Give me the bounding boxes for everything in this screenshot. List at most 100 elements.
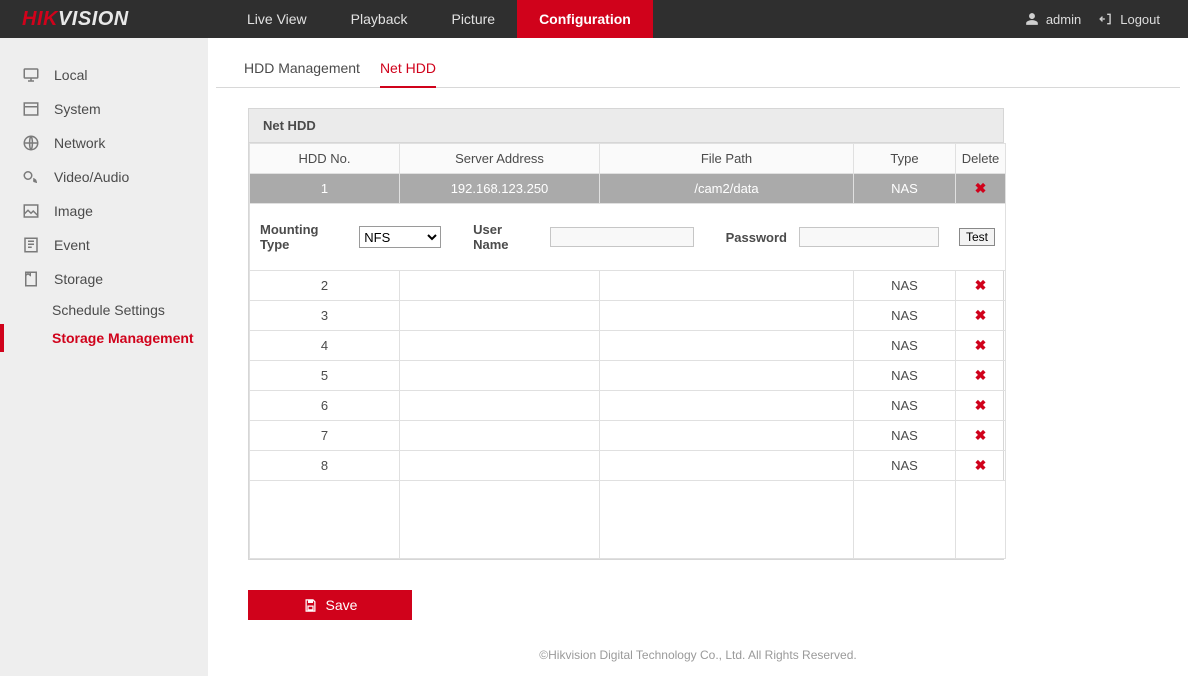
sidebar-sub-storage-management[interactable]: Storage Management <box>0 324 208 352</box>
mounting-type-select[interactable]: NFS <box>359 226 441 248</box>
cell-delete: ✖ <box>956 391 1006 421</box>
cell-path[interactable] <box>600 421 854 451</box>
cell-server[interactable] <box>400 391 600 421</box>
username-input[interactable] <box>550 227 694 247</box>
sidebar-item-event[interactable]: Event <box>0 228 208 262</box>
delete-icon[interactable]: ✖ <box>975 277 987 293</box>
table-row[interactable]: 8NAS✖ <box>250 451 1006 481</box>
header-bar: HIKVISION Live View Playback Picture Con… <box>0 0 1188 38</box>
sidebar-item-system[interactable]: System <box>0 92 208 126</box>
cell-server[interactable] <box>400 271 600 301</box>
password-input[interactable] <box>799 227 939 247</box>
cell-delete: ✖ <box>956 451 1006 481</box>
sidebar-sub-schedule[interactable]: Schedule Settings <box>0 296 208 324</box>
brand-hik: HIK <box>22 8 58 30</box>
cell-no: 4 <box>250 331 400 361</box>
sidebar-item-local[interactable]: Local <box>0 58 208 92</box>
save-icon <box>303 598 318 613</box>
user-name: admin <box>1046 12 1081 27</box>
sidebar-item-video-audio[interactable]: Video/Audio <box>0 160 208 194</box>
test-button[interactable]: Test <box>959 228 995 246</box>
delete-icon[interactable]: ✖ <box>975 367 987 383</box>
cell-path[interactable] <box>600 451 854 481</box>
table-row[interactable]: 2NAS✖ <box>250 271 1006 301</box>
image-icon <box>22 202 40 220</box>
table-header-row: HDD No. Server Address File Path Type De… <box>250 144 1006 174</box>
table-row[interactable]: 1192.168.123.250/cam2/dataNAS✖ <box>250 174 1006 204</box>
delete-icon[interactable]: ✖ <box>975 337 987 353</box>
cell-server[interactable] <box>400 331 600 361</box>
table-row[interactable]: 6 NAS ✖ <box>250 391 1006 421</box>
tab-hdd-management[interactable]: HDD Management <box>244 50 360 88</box>
top-nav: Live View Playback Picture Configuration <box>225 0 653 38</box>
logout-icon <box>1099 12 1113 26</box>
logout-button[interactable]: Logout <box>1099 12 1160 27</box>
cell-no: 6 <box>250 391 400 421</box>
delete-icon[interactable]: ✖ <box>975 307 987 323</box>
cell-type: NAS <box>854 391 956 421</box>
cell-server[interactable]: 192.168.123.250 <box>400 174 600 204</box>
cell-path[interactable]: /cam2/data <box>600 174 854 204</box>
monitor-icon <box>22 66 40 84</box>
save-button[interactable]: Save <box>248 590 412 620</box>
net-hdd-panel: Net HDD HDD No. Server Address File Path… <box>248 108 1004 560</box>
user-info[interactable]: admin <box>1025 12 1081 27</box>
window-icon <box>22 100 40 118</box>
sidebar-item-label: Video/Audio <box>54 169 129 185</box>
storage-icon <box>22 270 40 288</box>
brand-logo: HIKVISION <box>0 8 225 31</box>
top-right: admin Logout <box>1025 12 1188 27</box>
delete-icon[interactable]: ✖ <box>975 427 987 443</box>
nav-picture[interactable]: Picture <box>429 0 517 38</box>
delete-icon[interactable]: ✖ <box>975 397 987 413</box>
table-row[interactable]: 7NAS✖ <box>250 421 1006 451</box>
cell-server[interactable] <box>400 301 600 331</box>
sidebar-item-network[interactable]: Network <box>0 126 208 160</box>
table-row[interactable]: 5NAS✖ <box>250 361 1006 391</box>
username-label: User Name <box>473 222 538 252</box>
cell-server[interactable] <box>400 361 600 391</box>
sidebar-item-label: Storage <box>54 271 103 287</box>
password-label: Password <box>726 230 787 245</box>
sidebar-item-image[interactable]: Image <box>0 194 208 228</box>
cell-delete: ✖ <box>956 331 1006 361</box>
user-icon <box>1025 12 1039 26</box>
cell-path[interactable] <box>600 391 854 421</box>
cell-path[interactable] <box>600 331 854 361</box>
delete-icon[interactable]: ✖ <box>975 457 987 473</box>
cell-no: 3 <box>250 301 400 331</box>
table-row[interactable]: 4 NAS ✖ <box>250 331 1006 361</box>
tabs: HDD Management Net HDD <box>216 50 1180 88</box>
delete-icon[interactable]: ✖ <box>975 180 987 196</box>
mount-config-row: Mounting Type NFS User Name Password Test <box>250 204 1006 271</box>
cell-type: NAS <box>854 451 956 481</box>
save-label: Save <box>326 597 358 613</box>
cell-no: 1 <box>250 174 400 204</box>
cell-server[interactable] <box>400 421 600 451</box>
sidebar-item-label: Network <box>54 135 105 151</box>
logout-label: Logout <box>1120 12 1160 27</box>
col-path: File Path <box>600 144 854 174</box>
sidebar-item-label: Event <box>54 237 90 253</box>
cell-delete: ✖ <box>956 271 1006 301</box>
cell-path[interactable] <box>600 361 854 391</box>
mounting-type-label: Mounting Type <box>260 222 347 252</box>
nav-playback[interactable]: Playback <box>329 0 430 38</box>
nav-configuration[interactable]: Configuration <box>517 0 653 38</box>
cell-type: NAS <box>854 301 956 331</box>
cell-delete: ✖ <box>956 421 1006 451</box>
cell-path[interactable] <box>600 271 854 301</box>
tab-net-hdd[interactable]: Net HDD <box>380 50 436 88</box>
sidebar-item-storage[interactable]: Storage <box>0 262 208 296</box>
panel-title: Net HDD <box>249 109 1003 143</box>
sidebar: Local System Network Video/Audio Image E… <box>0 38 208 676</box>
nav-live-view[interactable]: Live View <box>225 0 329 38</box>
cell-delete: ✖ <box>956 301 1006 331</box>
cell-type: NAS <box>854 361 956 391</box>
cell-path[interactable] <box>600 301 854 331</box>
table-row[interactable]: 3 NAS ✖ <box>250 301 1006 331</box>
sidebar-item-label: Local <box>54 67 87 83</box>
cell-type: NAS <box>854 331 956 361</box>
col-hdd-no: HDD No. <box>250 144 400 174</box>
cell-server[interactable] <box>400 451 600 481</box>
